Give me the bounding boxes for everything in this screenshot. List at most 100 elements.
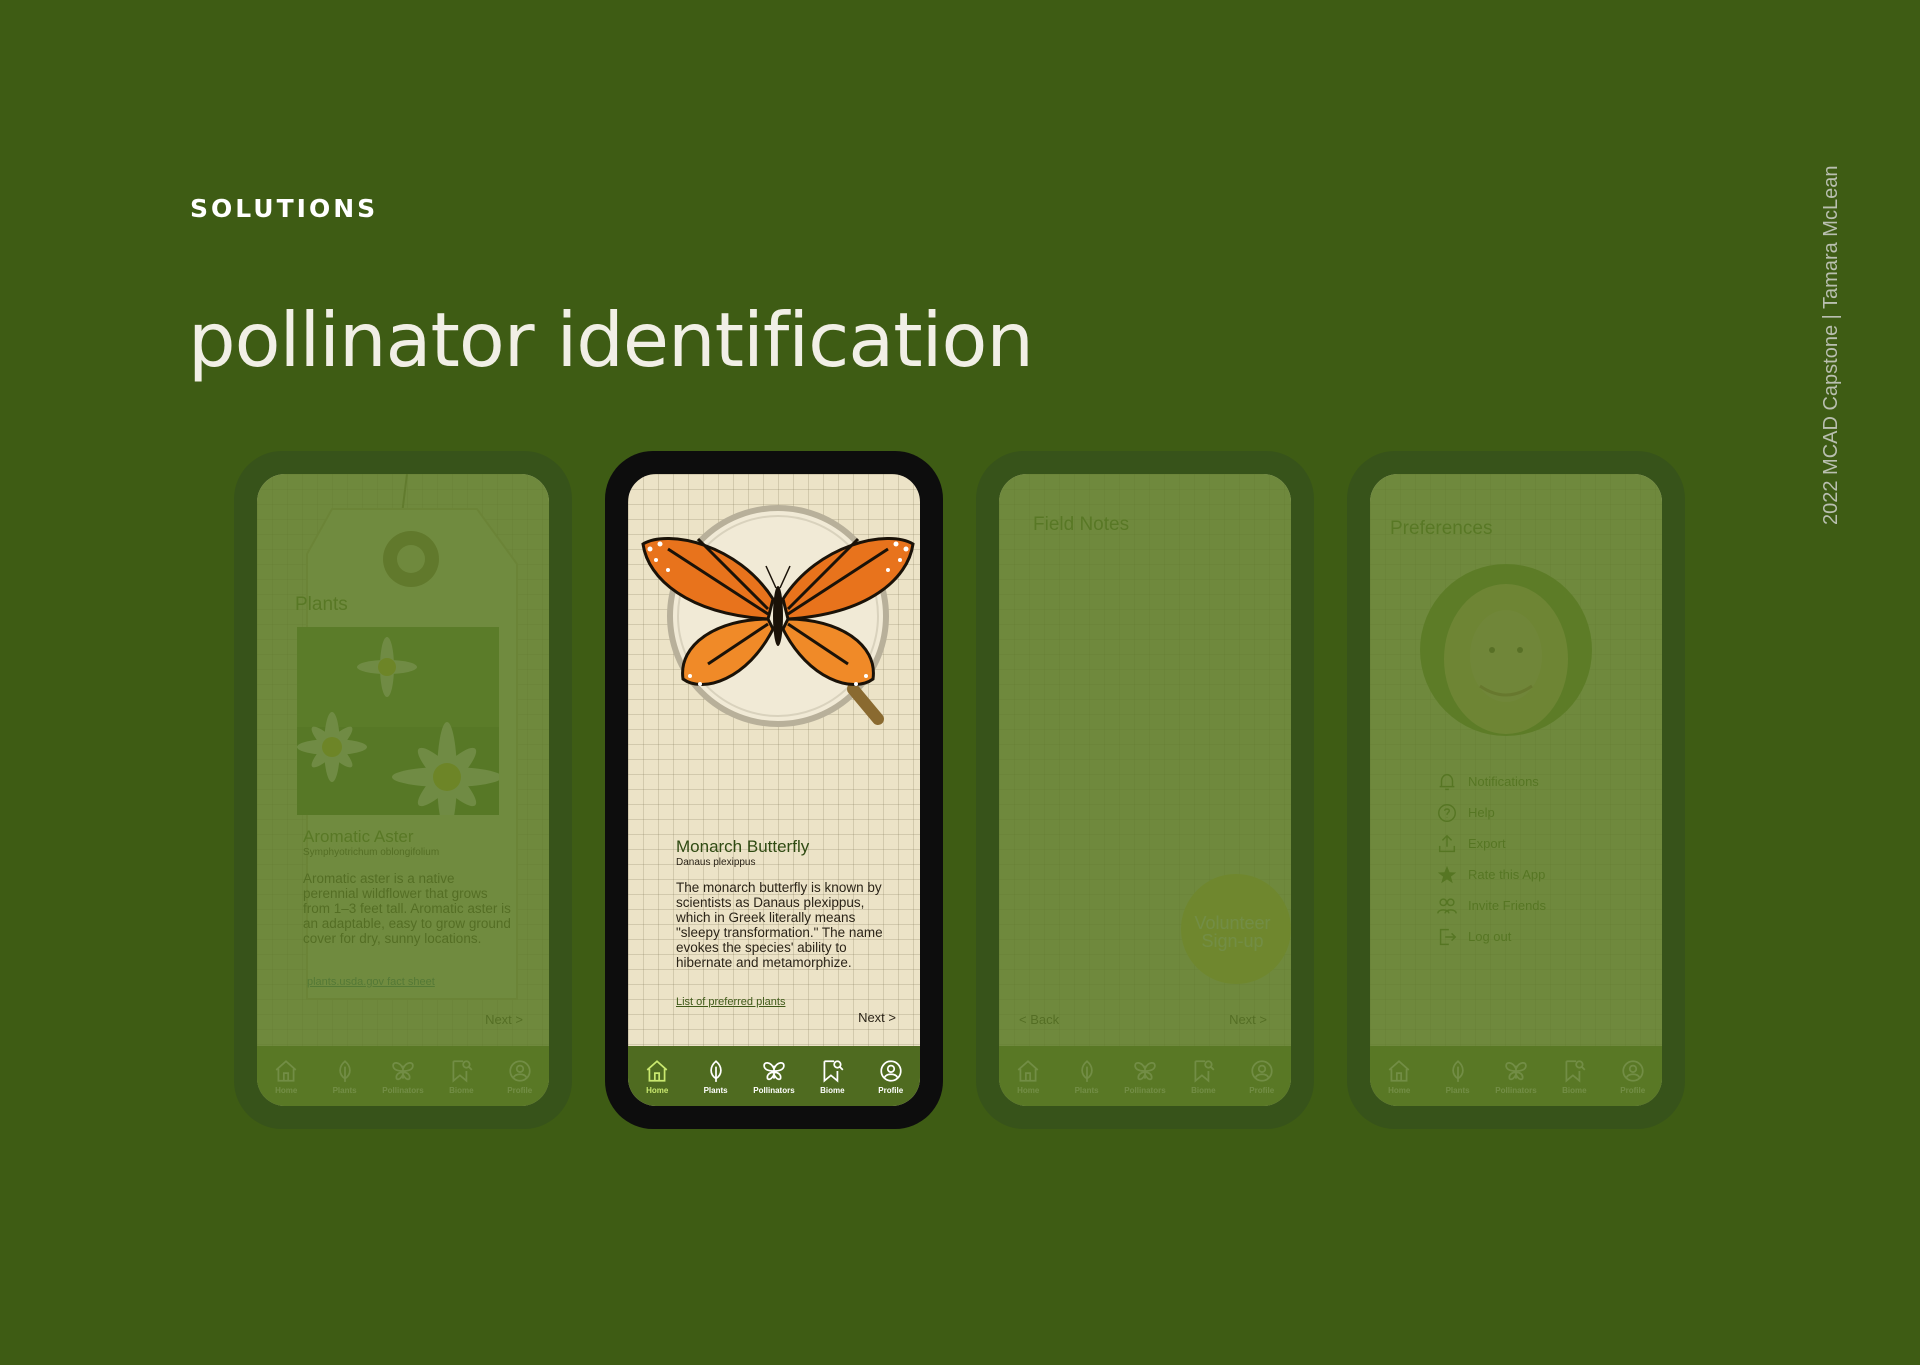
pref-help[interactable]: Help — [1436, 797, 1546, 828]
nav-home-label: Home — [646, 1085, 669, 1095]
nav-pollinators-label: Pollinators — [1124, 1085, 1166, 1095]
nav-plants[interactable]: Plants — [689, 1058, 743, 1095]
plants-screen: Plants Aromatic Aster Symphyotrichum obl… — [257, 474, 549, 1106]
butterfly-name: Monarch Butterfly — [676, 837, 810, 856]
nav-home[interactable]: Home — [1001, 1058, 1055, 1095]
preferences-menu: Notifications Help Export Rate this App … — [1436, 766, 1546, 952]
nav-home-label: Home — [1388, 1085, 1411, 1095]
profile-icon — [880, 1059, 902, 1082]
nav-profile[interactable]: Profile — [1235, 1058, 1289, 1095]
plant-name: Aromatic Aster — [303, 827, 414, 846]
plant-fact-sheet-link[interactable]: plants.usda.gov fact sheet — [307, 976, 435, 988]
plants-next-button[interactable]: Next > — [485, 1012, 523, 1027]
star-icon — [1437, 865, 1457, 883]
bookmark-search-icon — [452, 1059, 473, 1083]
pref-invite[interactable]: Invite Friends — [1436, 890, 1546, 921]
nav-plants-label: Plants — [1445, 1085, 1470, 1095]
plants-title: Plants — [295, 594, 348, 615]
profile-icon — [509, 1059, 531, 1082]
nav-profile[interactable]: Profile — [1606, 1058, 1660, 1095]
nav-pollinators-label: Pollinators — [382, 1085, 424, 1095]
preferences-screen: Preferences Notifications Help Export Ra… — [1370, 474, 1662, 1106]
nav-biome-label: Biome — [1191, 1085, 1216, 1095]
pref-notifications[interactable]: Notifications — [1436, 766, 1546, 797]
pref-logout[interactable]: Log out — [1436, 921, 1546, 952]
bottom-nav: Home Plants Pollinators Biome Profile — [628, 1046, 920, 1106]
profile-icon — [1622, 1059, 1644, 1082]
nav-plants-label: Plants — [332, 1085, 357, 1095]
nav-biome[interactable]: Biome — [1547, 1058, 1601, 1095]
nav-plants-label: Plants — [703, 1085, 728, 1095]
pref-invite-label: Invite Friends — [1468, 898, 1547, 913]
nav-pollinators[interactable]: Pollinators — [747, 1058, 801, 1095]
leaf-icon — [1451, 1059, 1464, 1082]
pref-export-label: Export — [1468, 836, 1506, 851]
users-icon — [1437, 897, 1457, 914]
bookmark-search-icon — [1194, 1059, 1215, 1083]
nav-biome[interactable]: Biome — [434, 1058, 488, 1095]
nav-profile[interactable]: Profile — [493, 1058, 547, 1095]
nav-pollinators-label: Pollinators — [753, 1085, 795, 1095]
leaf-icon — [1080, 1059, 1093, 1082]
butterfly-icon — [392, 1061, 414, 1080]
nav-biome[interactable]: Biome — [1176, 1058, 1230, 1095]
avatar — [1420, 564, 1592, 736]
back-button[interactable]: < Back — [1019, 1012, 1059, 1027]
nav-home-label: Home — [275, 1085, 298, 1095]
plant-latin: Symphyotrichum oblongifolium — [303, 847, 440, 858]
nav-home-label: Home — [1017, 1085, 1040, 1095]
home-icon — [646, 1059, 668, 1082]
slide-credit: 2022 MCAD Capstone | Tamara McLean — [1820, 165, 1842, 525]
bell-icon — [1439, 773, 1455, 790]
nav-plants[interactable]: Plants — [318, 1058, 372, 1095]
nav-profile-label: Profile — [507, 1085, 533, 1095]
nav-profile-label: Profile — [878, 1085, 904, 1095]
pref-logout-label: Log out — [1468, 929, 1512, 944]
magnifier-butterfly-illustration — [641, 505, 915, 727]
home-icon — [1388, 1059, 1410, 1082]
butterfly-icon — [1134, 1061, 1156, 1080]
bookmark-search-icon — [823, 1059, 844, 1083]
slide-eyebrow: SOLUTIONS — [190, 194, 379, 223]
nav-home[interactable]: Home — [630, 1058, 684, 1095]
nav-plants[interactable]: Plants — [1060, 1058, 1114, 1095]
nav-biome-label: Biome — [449, 1085, 474, 1095]
pref-notifications-label: Notifications — [1468, 774, 1539, 789]
help-icon — [1438, 803, 1456, 822]
butterfly-screen: Monarch Butterfly Danaus plexippus The m… — [628, 474, 920, 1106]
nav-profile[interactable]: Profile — [864, 1058, 918, 1095]
pref-export[interactable]: Export — [1436, 828, 1546, 859]
nav-biome-label: Biome — [820, 1085, 845, 1095]
leaf-icon — [709, 1059, 722, 1082]
pref-rate-label: Rate this App — [1468, 867, 1546, 882]
preferences-title: Preferences — [1390, 518, 1493, 539]
field-notes-title: Field Notes — [1033, 514, 1130, 535]
export-icon — [1438, 834, 1456, 852]
plant-description: Aromatic aster is a native perennial wil… — [303, 871, 511, 946]
butterfly-icon — [1505, 1061, 1527, 1080]
field-notes-next-button[interactable]: Next > — [1229, 1012, 1267, 1027]
nav-home[interactable]: Home — [1372, 1058, 1426, 1095]
nav-profile-label: Profile — [1620, 1085, 1646, 1095]
profile-icon — [1251, 1059, 1273, 1082]
nav-biome[interactable]: Biome — [805, 1058, 859, 1095]
nav-plants[interactable]: Plants — [1431, 1058, 1485, 1095]
nav-pollinators[interactable]: Pollinators — [1118, 1058, 1172, 1095]
butterfly-next-button[interactable]: Next > — [858, 1010, 896, 1025]
preferred-plants-link[interactable]: List of preferred plants — [676, 996, 785, 1008]
logout-icon — [1439, 928, 1457, 945]
butterfly-icon — [763, 1061, 785, 1080]
pref-rate[interactable]: Rate this App — [1436, 859, 1546, 890]
bottom-nav: Home Plants Pollinators Biome Profile — [1370, 1046, 1662, 1106]
slide-headline: pollinator identification — [188, 296, 1034, 384]
nav-pollinators-label: Pollinators — [1495, 1085, 1537, 1095]
leaf-icon — [338, 1059, 351, 1082]
nav-pollinators[interactable]: Pollinators — [376, 1058, 430, 1095]
butterfly-latin: Danaus plexippus — [676, 857, 756, 868]
volunteer-signup-label: Volunteer Sign-up — [1194, 913, 1271, 951]
nav-pollinators[interactable]: Pollinators — [1489, 1058, 1543, 1095]
phone-preferences: Preferences Notifications Help Export Ra… — [1347, 451, 1685, 1129]
home-icon — [275, 1059, 297, 1082]
butterfly-description: The monarch butterfly is known by scient… — [676, 880, 883, 970]
nav-home[interactable]: Home — [259, 1058, 313, 1095]
